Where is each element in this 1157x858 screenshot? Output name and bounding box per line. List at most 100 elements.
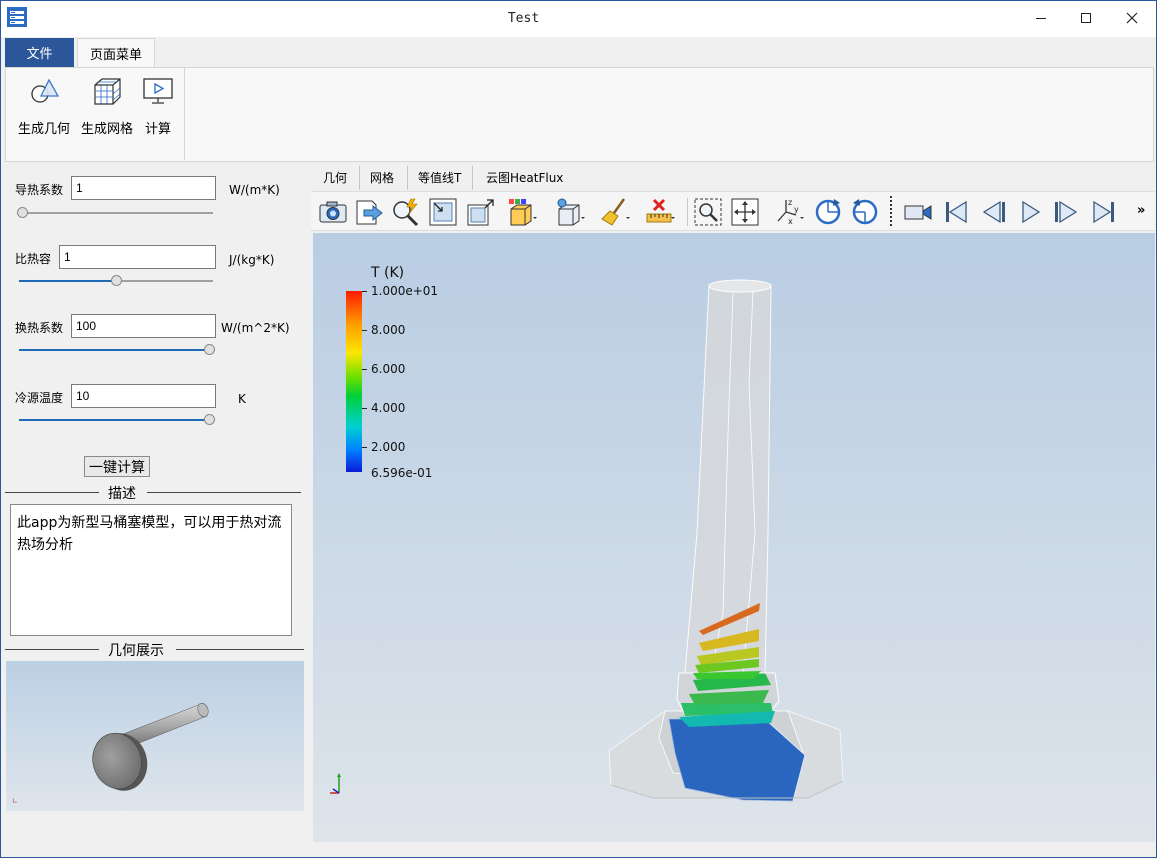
generate-mesh-label: 生成网格: [80, 122, 133, 137]
description-text[interactable]: 此app为新型马桶塞模型，可以用于热对流热场分析: [10, 504, 292, 636]
htc-input[interactable]: [71, 314, 216, 338]
monitor-play-icon: [143, 78, 173, 104]
heat-capacity-slider[interactable]: [19, 275, 213, 287]
generate-mesh-button[interactable]: 生成网格: [79, 74, 135, 140]
description-group-title: 描述: [5, 483, 301, 502]
geometry-preview[interactable]: ∟: [6, 661, 304, 811]
divider: [472, 166, 473, 190]
orientation-axes: [330, 773, 341, 794]
divider: [687, 198, 688, 226]
preview-group-title: 几何展示: [5, 640, 304, 659]
next-frame-icon[interactable]: [1052, 197, 1082, 227]
divider: [147, 492, 301, 493]
svg-text:z: z: [788, 198, 792, 207]
divider: [407, 166, 408, 190]
close-button[interactable]: [1109, 1, 1155, 35]
temperature-contour-model: [608, 279, 844, 802]
window-title: Test: [507, 11, 540, 26]
plunger-geometry-image: ∟: [12, 702, 209, 805]
first-frame-icon[interactable]: [941, 197, 971, 227]
slider-knob[interactable]: [111, 275, 122, 286]
heat-capacity-unit: J/(kg*K): [229, 253, 275, 267]
svg-text:x: x: [788, 217, 793, 226]
tab-file[interactable]: 文件: [5, 38, 74, 67]
tab-page-menu[interactable]: 页面菜单: [77, 38, 155, 68]
app-window: Test 文件 页面菜单 生成几何 生成网格 计算 导热系数 1 W/(m*K)…: [0, 0, 1157, 858]
geometry-icon: [31, 78, 60, 103]
light-box-icon[interactable]: [555, 197, 585, 227]
slider-knob[interactable]: [17, 207, 28, 218]
svg-text:∟: ∟: [12, 797, 18, 805]
conductivity-unit: W/(m*K): [229, 183, 280, 197]
htc-label: 换热系数: [15, 321, 64, 335]
ribbon-separator: [184, 68, 185, 160]
slider-fill: [19, 280, 116, 282]
view-tabs: 几何 网格 等值线T 云图HeatFlux: [311, 166, 1155, 191]
divider: [5, 649, 99, 650]
title-bar: Test: [1, 1, 1156, 37]
tab-contour-t[interactable]: 等值线T: [418, 169, 461, 186]
compute-label: 计算: [144, 122, 171, 137]
cold-temp-label: 冷源温度: [15, 391, 64, 405]
divider: [359, 166, 360, 190]
zoom-region-icon[interactable]: [693, 197, 723, 227]
cold-temp-unit: K: [238, 392, 246, 406]
play-icon[interactable]: [1015, 197, 1045, 227]
slider-track: [17, 212, 213, 214]
fit-box-icon[interactable]: [428, 197, 458, 227]
ribbon-tabs: 文件 页面菜单: [1, 37, 1156, 68]
divider: [176, 649, 304, 650]
slider-fill: [19, 419, 209, 421]
one-click-calc-button[interactable]: 一键计算: [84, 456, 150, 477]
heat-capacity-input[interactable]: [59, 245, 216, 269]
generate-geometry-button[interactable]: 生成几何: [16, 74, 72, 140]
move-icon[interactable]: [730, 197, 760, 227]
divider: [890, 196, 892, 226]
visualization-panel: 几何 网格 等值线T 云图HeatFlux z y x » T (K) 1.00…: [311, 166, 1155, 844]
slider-knob[interactable]: [204, 344, 215, 355]
zoom-auto-icon[interactable]: [391, 197, 421, 227]
slider-fill: [19, 349, 209, 351]
ribbon-panel: 生成几何 生成网格 计算: [5, 67, 1154, 162]
rotate-ccw-icon[interactable]: [850, 197, 880, 227]
tab-mesh[interactable]: 网格: [370, 169, 394, 186]
divider: [5, 492, 99, 493]
generate-geometry-label: 生成几何: [17, 122, 70, 137]
tab-geometry[interactable]: 几何: [323, 169, 347, 186]
minimize-button[interactable]: [1018, 1, 1064, 35]
view-toolbar: z y x »: [311, 191, 1155, 231]
clear-ruler-icon[interactable]: [645, 197, 675, 227]
cold-temp-slider[interactable]: [19, 414, 215, 426]
conductivity-label: 导热系数: [15, 183, 64, 197]
export-icon[interactable]: [354, 197, 384, 227]
slider-knob[interactable]: [204, 414, 215, 425]
render-viewport[interactable]: T (K) 1.000e+01 8.000 6.000 4.000 2.000 …: [313, 233, 1155, 842]
rotate-cw-icon[interactable]: [813, 197, 843, 227]
axes-icon[interactable]: z y x: [774, 197, 804, 227]
htc-slider[interactable]: [19, 344, 215, 356]
expand-box-icon[interactable]: [465, 197, 495, 227]
record-icon[interactable]: [903, 197, 933, 227]
parameter-panel: 导热系数 W/(m*K) 比热容 J/(kg*K) 换热系数 W/(m^2*K)…: [5, 166, 308, 853]
maximize-button[interactable]: [1063, 1, 1109, 35]
broom-icon[interactable]: [600, 197, 630, 227]
compute-button[interactable]: 计算: [140, 74, 176, 140]
tab-cloud-heatflux[interactable]: 云图HeatFlux: [486, 169, 563, 186]
preview-title: 几何展示: [108, 643, 164, 659]
heat-capacity-label: 比热容: [15, 252, 52, 266]
color-box-icon[interactable]: [507, 197, 537, 227]
minimize-icon: [1036, 18, 1046, 19]
close-icon: [1126, 12, 1138, 24]
cold-temp-input[interactable]: [71, 384, 216, 408]
mesh-cube-icon: [94, 78, 121, 105]
prev-frame-icon[interactable]: [978, 197, 1008, 227]
camera-icon[interactable]: [318, 197, 348, 227]
maximize-icon: [1081, 13, 1091, 23]
toolbar-overflow-button[interactable]: »: [1137, 203, 1145, 218]
conductivity-input[interactable]: [71, 176, 216, 200]
htc-unit: W/(m^2*K): [221, 321, 290, 335]
svg-text:y: y: [794, 205, 799, 214]
last-frame-icon[interactable]: [1089, 197, 1119, 227]
description-title: 描述: [108, 486, 136, 502]
conductivity-slider[interactable]: [17, 207, 213, 219]
